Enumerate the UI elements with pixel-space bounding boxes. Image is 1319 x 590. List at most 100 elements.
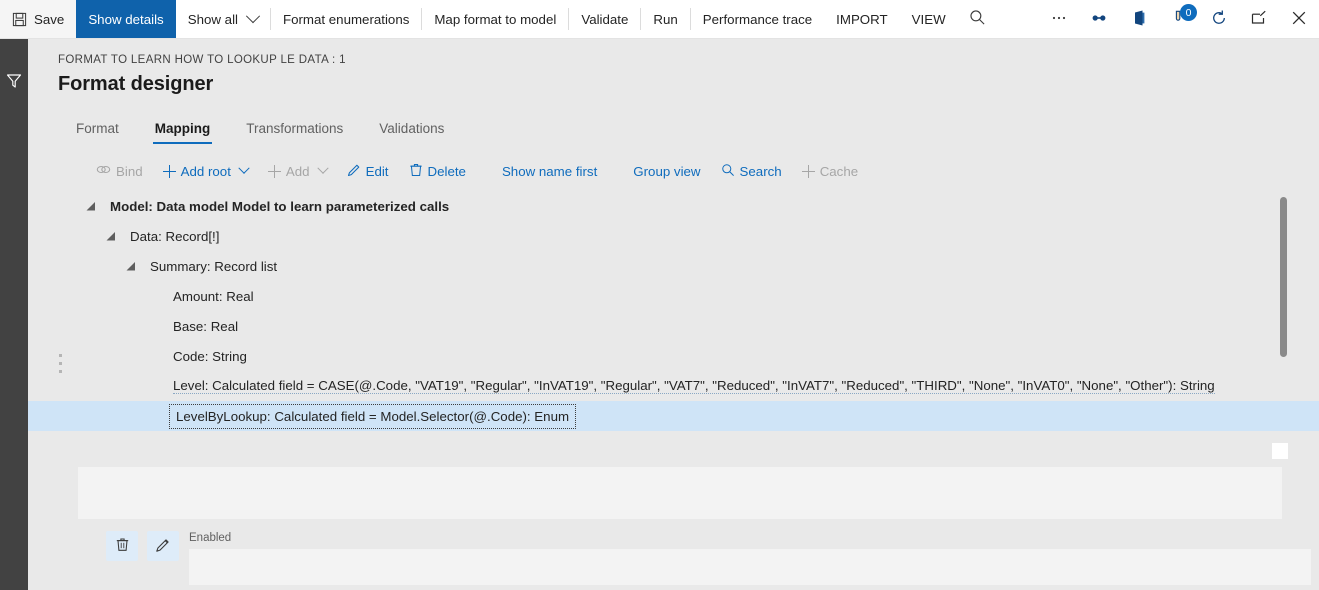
chevron-down-icon <box>317 163 328 174</box>
tab-mapping-label: Mapping <box>155 121 211 136</box>
format-enumerations-button[interactable]: Format enumerations <box>271 0 421 38</box>
tree-row[interactable]: Base: Real <box>86 311 1311 341</box>
search-tree-label: Search <box>740 164 782 179</box>
format-designer-window: Save Show details Show all Format enumer… <box>0 0 1319 590</box>
save-button[interactable]: Save <box>0 0 76 38</box>
validate-label: Validate <box>581 12 628 27</box>
tree-row-label: Amount: Real <box>173 289 254 304</box>
plus-icon <box>802 165 815 178</box>
tree-row-label: Code: String <box>173 349 247 364</box>
edit-label: Edit <box>366 164 389 179</box>
view-label: VIEW <box>912 12 946 27</box>
delete-button[interactable]: Delete <box>399 159 476 184</box>
search-icon <box>969 9 986 29</box>
run-button[interactable]: Run <box>641 0 689 38</box>
page-title: Format designer <box>58 73 213 96</box>
edit-button[interactable]: Edit <box>337 159 399 184</box>
details-panel <box>78 467 1282 519</box>
notification-count-badge: 0 <box>1180 4 1197 21</box>
chevron-down-icon <box>238 163 249 174</box>
import-label: IMPORT <box>836 12 887 27</box>
tree-row-label: Summary: Record list <box>150 259 277 274</box>
delete-label: Delete <box>428 164 466 179</box>
bind-button[interactable]: Bind <box>86 159 153 183</box>
refresh-button[interactable] <box>1199 0 1239 38</box>
pencil-icon <box>155 537 171 556</box>
add-label: Add <box>286 164 310 179</box>
property-editor-row: Enabled <box>78 531 1311 590</box>
tree-row[interactable]: Model: Data model Model to learn paramet… <box>86 191 1311 221</box>
settings-gear-button[interactable] <box>1079 0 1119 38</box>
expand-collapse-icon[interactable] <box>114 231 124 241</box>
show-all-button[interactable]: Show all <box>176 0 270 38</box>
close-icon <box>1290 9 1308 30</box>
group-view-button[interactable]: Group view <box>623 160 710 183</box>
bind-button-label: Bind <box>116 164 143 179</box>
popout-window-button[interactable] <box>1239 0 1279 38</box>
delete-property-button[interactable] <box>106 531 138 561</box>
close-button[interactable] <box>1279 0 1319 38</box>
settings-gear-icon <box>1090 9 1108 30</box>
tree-row-selected[interactable]: LevelByLookup: Calculated field = Model.… <box>28 401 1319 431</box>
overflow-ellipsis-button[interactable] <box>1039 0 1079 38</box>
save-icon <box>12 12 27 27</box>
tab-format-label: Format <box>76 121 119 136</box>
link-bind-icon <box>96 163 111 179</box>
tree-row-label: Base: Real <box>173 319 238 334</box>
panel-splitter-handle[interactable] <box>59 354 65 376</box>
add-root-label: Add root <box>181 164 231 179</box>
tree-toolbar: Bind Add root Add Edit <box>86 157 868 185</box>
tree-row[interactable]: Level: Calculated field = CASE(@.Code, "… <box>86 371 1311 401</box>
popout-window-icon <box>1250 9 1268 30</box>
tree-row[interactable]: Code: String <box>86 341 1311 371</box>
tree-vertical-scrollbar[interactable] <box>1280 197 1287 357</box>
plus-icon <box>163 165 176 178</box>
expand-collapse-icon[interactable] <box>134 261 144 271</box>
overflow-ellipsis-icon <box>1050 9 1068 30</box>
enabled-field-label: Enabled <box>189 532 231 544</box>
trash-icon <box>409 163 423 180</box>
command-bar-spacer <box>998 0 1039 38</box>
refresh-icon <box>1210 9 1228 30</box>
validate-button[interactable]: Validate <box>569 0 640 38</box>
command-bar: Save Show details Show all Format enumer… <box>0 0 1319 39</box>
cache-label: Cache <box>820 164 858 179</box>
splitter-dot <box>59 354 62 357</box>
show-name-first-button[interactable]: Show name first <box>492 160 607 183</box>
office-app-button[interactable] <box>1119 0 1159 38</box>
breadcrumb: FORMAT TO LEARN HOW TO LOOKUP LE DATA : … <box>58 54 346 66</box>
expand-collapse-icon[interactable] <box>94 201 104 211</box>
tab-strip: Format Mapping Transformations Validatio… <box>58 115 462 146</box>
tree-row[interactable]: Data: Record[!] <box>86 221 1311 251</box>
plus-icon <box>268 165 281 178</box>
tree-row-label: Data: Record[!] <box>130 229 219 244</box>
performance-trace-button[interactable]: Performance trace <box>691 0 824 38</box>
view-button[interactable]: VIEW <box>900 0 958 38</box>
tree-row[interactable]: Amount: Real <box>86 281 1311 311</box>
add-root-button[interactable]: Add root <box>153 160 258 183</box>
add-button[interactable]: Add <box>258 160 337 183</box>
tab-mapping[interactable]: Mapping <box>137 115 229 146</box>
edit-property-button[interactable] <box>147 531 179 561</box>
map-format-to-model-button[interactable]: Map format to model <box>422 0 568 38</box>
performance-trace-label: Performance trace <box>703 12 812 27</box>
filter-funnel-icon[interactable] <box>5 72 23 90</box>
tree-row[interactable]: Summary: Record list <box>86 251 1311 281</box>
search-tree-button[interactable]: Search <box>711 159 792 184</box>
trash-icon <box>115 537 130 555</box>
search-button[interactable] <box>958 0 998 38</box>
show-details-button[interactable]: Show details <box>76 0 175 38</box>
tab-validations[interactable]: Validations <box>361 115 462 146</box>
notifications-button[interactable]: 0 <box>1159 0 1199 38</box>
tree-row-label: Model: Data model Model to learn paramet… <box>110 199 449 214</box>
show-all-label: Show all <box>188 12 238 27</box>
tab-format[interactable]: Format <box>58 115 137 146</box>
scroll-corner-chip <box>1272 443 1288 459</box>
show-details-label: Show details <box>88 12 163 27</box>
tab-transformations[interactable]: Transformations <box>228 115 361 146</box>
enabled-field-input[interactable] <box>189 549 1311 585</box>
cache-button[interactable]: Cache <box>792 160 868 183</box>
show-name-first-label: Show name first <box>502 164 597 179</box>
import-button[interactable]: IMPORT <box>824 0 899 38</box>
chevron-down-icon <box>246 9 260 23</box>
